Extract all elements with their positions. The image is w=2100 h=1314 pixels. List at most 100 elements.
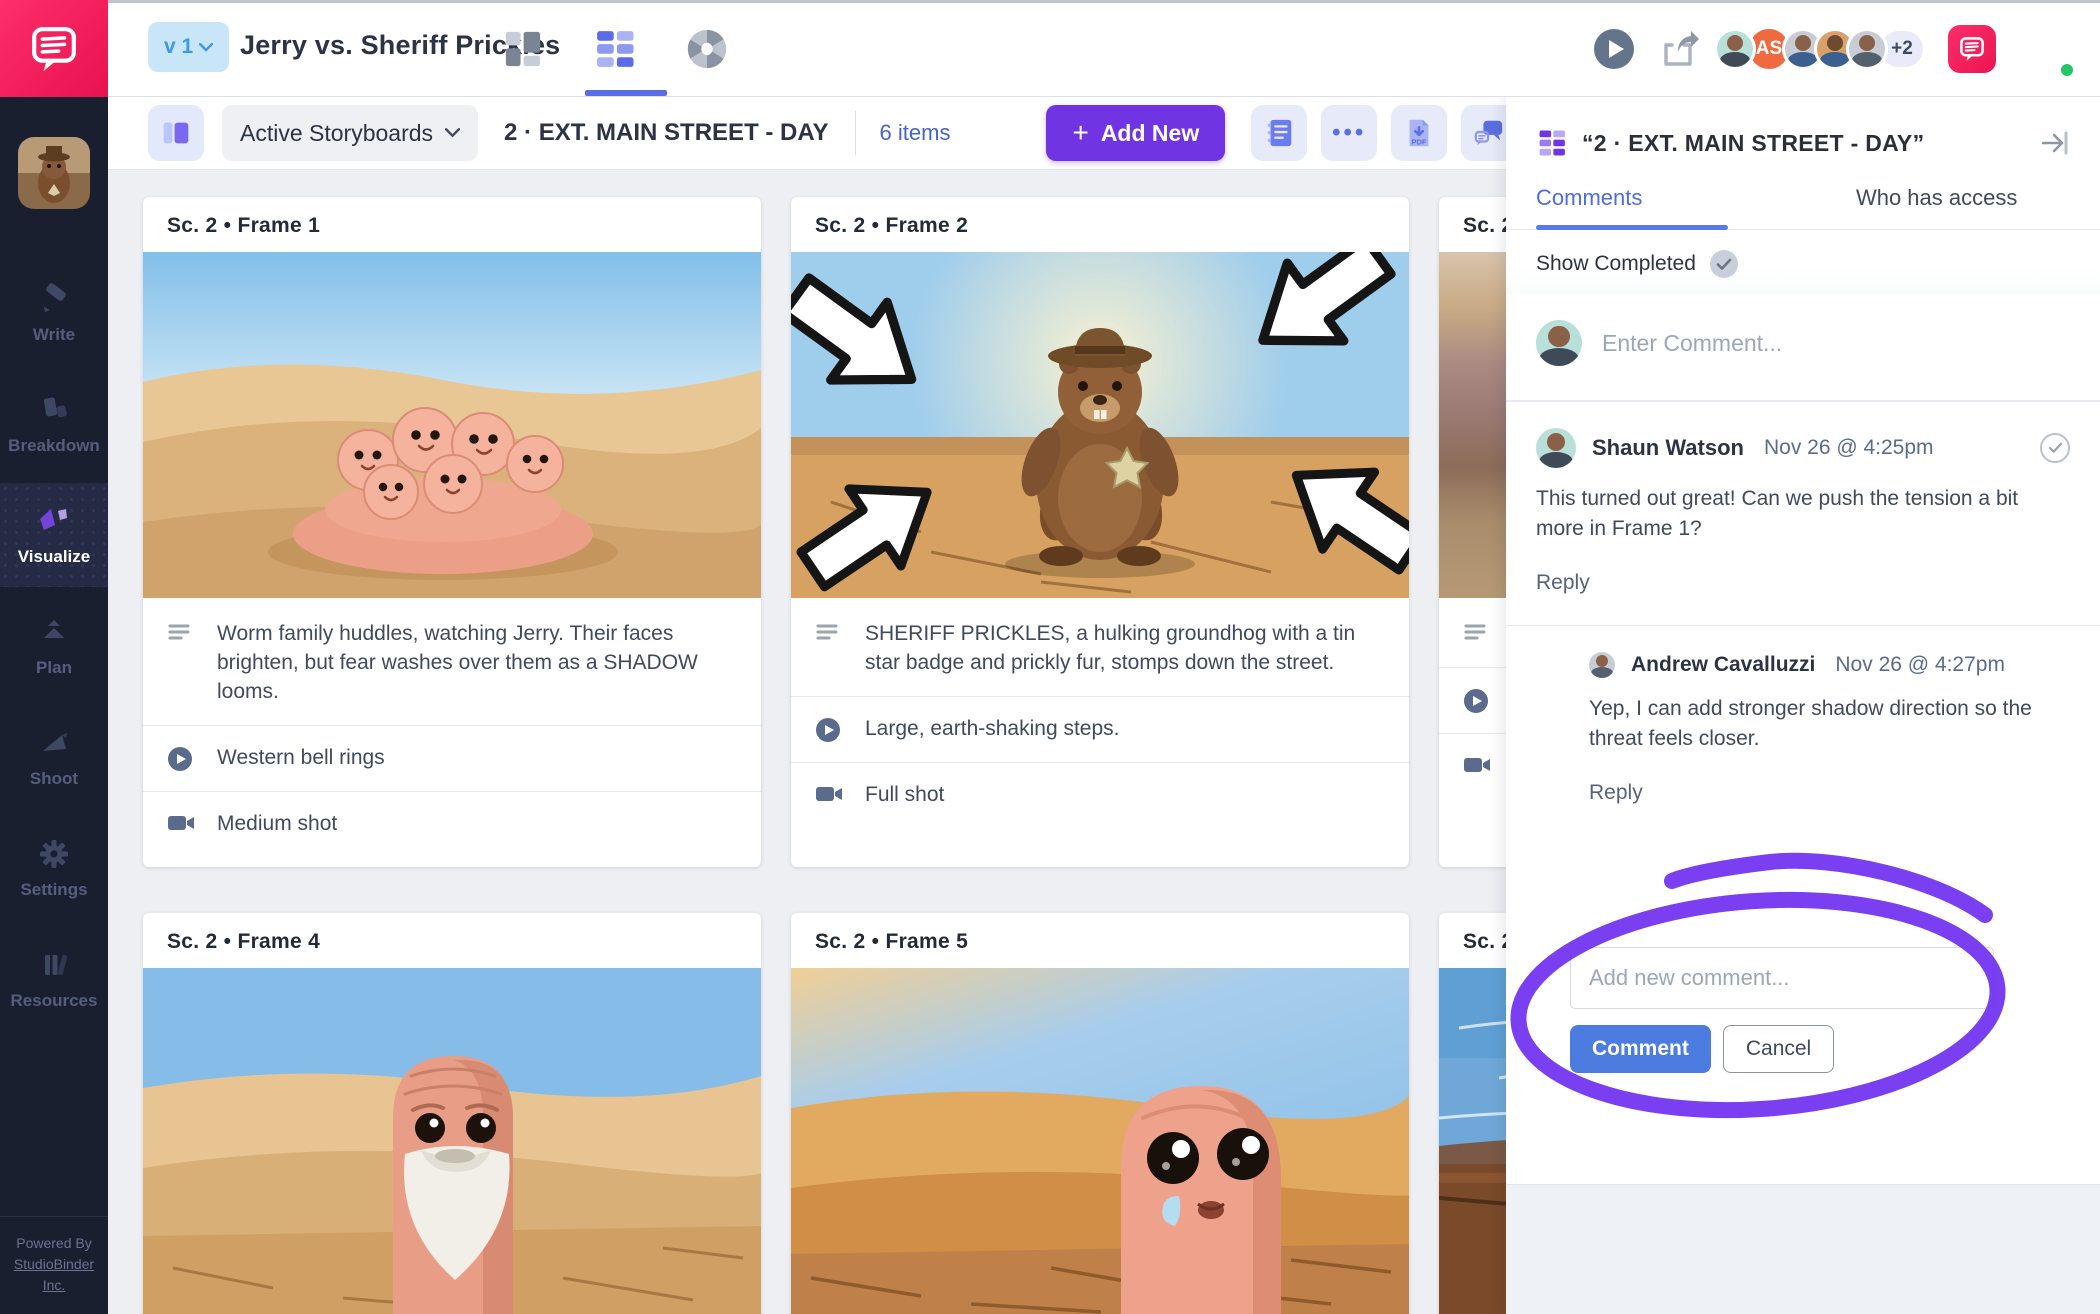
pdf-download-icon: PDF bbox=[1404, 116, 1434, 150]
show-completed-row[interactable]: Show Completed bbox=[1506, 230, 2100, 294]
frame-description: Worm family huddles, watching Jerry. The… bbox=[217, 620, 737, 707]
frame-audio-row[interactable]: Large, earth-shaking steps. bbox=[791, 696, 1409, 762]
top-bar: v 1 Jerry vs. Sheriff Prickles bbox=[0, 0, 2100, 97]
frame-5-image[interactable] bbox=[791, 968, 1409, 1314]
storyboards-dropdown[interactable]: Active Storyboards bbox=[222, 105, 478, 161]
download-pdf-button[interactable]: PDF bbox=[1391, 105, 1447, 161]
active-view-underline bbox=[585, 90, 667, 96]
frame-4-image[interactable] bbox=[143, 968, 761, 1314]
collapse-panel-button[interactable] bbox=[2040, 130, 2070, 156]
storyboard-card-frame-5[interactable]: Sc. 2 • Frame 5 bbox=[791, 913, 1409, 1314]
storyboard-card-frame-4[interactable]: Sc. 2 • Frame 4 bbox=[143, 913, 761, 1314]
more-options-button[interactable]: ••• bbox=[1321, 105, 1377, 161]
svg-text:PDF: PDF bbox=[1412, 137, 1427, 146]
comment-thread: Shaun Watson Nov 26 @ 4:25pm This turned… bbox=[1506, 402, 2100, 595]
audio-play-icon[interactable] bbox=[167, 744, 199, 772]
storyboard-card-frame-1[interactable]: Sc. 2 • Frame 1 bbox=[143, 197, 761, 867]
resolve-comment-button[interactable] bbox=[2040, 433, 2070, 463]
share-icon bbox=[1658, 27, 1702, 71]
play-circle-icon bbox=[1592, 27, 1636, 71]
sidebar-item-label: Write bbox=[33, 325, 75, 345]
toolbar-divider bbox=[855, 111, 856, 155]
sidebar-item-label: Shoot bbox=[30, 769, 78, 789]
comment-reply: Andrew Cavalluzzi Nov 26 @ 4:27pm Yep, I… bbox=[1506, 625, 2100, 805]
enter-comment-input[interactable] bbox=[1602, 330, 2070, 357]
comments-panel: “2 · EXT. MAIN STREET - DAY” Comments Wh… bbox=[1506, 97, 2100, 1314]
studiobinder-chat-button[interactable] bbox=[1948, 25, 1996, 73]
aperture-view-button[interactable] bbox=[684, 26, 730, 72]
gear-icon bbox=[36, 836, 72, 872]
shot-list-button[interactable] bbox=[1251, 105, 1307, 161]
frame-audio-row[interactable]: Western bell rings bbox=[143, 725, 761, 791]
commenter-name: Andrew Cavalluzzi bbox=[1631, 653, 1815, 677]
collaborator-avatars[interactable]: AS +2 bbox=[1724, 26, 1926, 72]
shot-list-icon bbox=[1263, 116, 1295, 150]
card-title: Sc. 2 • Frame 2 bbox=[815, 214, 968, 237]
sidebar-item-plan[interactable]: Plan bbox=[0, 594, 108, 698]
frame-1-image[interactable] bbox=[143, 252, 761, 598]
collaborator-avatar[interactable] bbox=[1714, 28, 1756, 70]
app-window: v 1 Jerry vs. Sheriff Prickles bbox=[0, 0, 2100, 1314]
studiobinder-logo[interactable] bbox=[0, 0, 108, 97]
audio-play-icon[interactable] bbox=[815, 715, 847, 743]
mosaic-view-button[interactable] bbox=[500, 26, 546, 72]
toggle-sidebar-panel-button[interactable] bbox=[148, 105, 204, 161]
camera-icon bbox=[167, 810, 199, 834]
grid-view-icon bbox=[1536, 127, 1568, 159]
tab-comments[interactable]: Comments bbox=[1506, 185, 1773, 229]
commenter-avatar[interactable] bbox=[1589, 652, 1615, 678]
cancel-comment-button[interactable]: Cancel bbox=[1723, 1025, 1834, 1073]
frame-description-row[interactable]: SHERIFF PRICKLES, a hulking groundhog wi… bbox=[791, 602, 1409, 696]
sidebar-item-label: Visualize bbox=[18, 547, 90, 567]
tab-who-has-access[interactable]: Who has access bbox=[1773, 185, 2100, 229]
sidebar-item-resources[interactable]: Resources bbox=[0, 927, 108, 1031]
project-thumbnail-image bbox=[18, 137, 90, 209]
reply-link[interactable]: Reply bbox=[1536, 571, 1590, 595]
version-dropdown[interactable]: v 1 bbox=[148, 22, 229, 72]
share-button[interactable] bbox=[1658, 27, 1702, 71]
reply-link[interactable]: Reply bbox=[1589, 781, 1643, 805]
add-new-label: Add New bbox=[1101, 120, 1199, 147]
commenter-avatar[interactable] bbox=[1536, 428, 1576, 468]
panel-footer-area bbox=[1506, 1184, 2100, 1314]
present-play-button[interactable] bbox=[1592, 27, 1636, 71]
collapse-arrow-icon bbox=[2040, 130, 2070, 156]
sidebar-item-breakdown[interactable]: Breakdown bbox=[0, 372, 108, 476]
audio-play-icon[interactable] bbox=[1463, 686, 1495, 714]
enter-comment-row[interactable] bbox=[1506, 294, 2100, 402]
current-user-avatar[interactable] bbox=[2018, 21, 2074, 77]
frame-2-image[interactable] bbox=[791, 252, 1409, 598]
project-thumbnail[interactable] bbox=[18, 137, 90, 209]
worm-family-scene bbox=[143, 252, 761, 598]
chat-bubble-icon bbox=[1957, 34, 1987, 64]
frame-shot-row[interactable]: Medium shot bbox=[143, 791, 761, 857]
frame-shot-row[interactable]: Full shot bbox=[791, 762, 1409, 828]
panel-tabs: Comments Who has access bbox=[1506, 185, 2100, 230]
collaborator-avatar[interactable] bbox=[1846, 28, 1888, 70]
comment-body: Yep, I can add stronger shadow direction… bbox=[1589, 694, 2070, 755]
version-label: v 1 bbox=[164, 35, 193, 59]
card-title: Sc. 2 • Frame 4 bbox=[167, 930, 320, 953]
powered-by-line1: Powered By bbox=[4, 1233, 104, 1254]
card-title: Sc. 2 • Frame 5 bbox=[815, 930, 968, 953]
show-completed-check-icon[interactable] bbox=[1710, 250, 1738, 278]
sidebar-item-write[interactable]: Write bbox=[0, 261, 108, 365]
add-new-button[interactable]: + Add New bbox=[1046, 105, 1225, 161]
powered-by[interactable]: Powered By StudioBinder Inc. bbox=[0, 1216, 108, 1314]
chevron-down-icon bbox=[199, 43, 213, 52]
sidebar-item-settings[interactable]: Settings bbox=[0, 816, 108, 920]
breakdown-icon bbox=[36, 392, 72, 428]
items-count: 6 items bbox=[880, 120, 951, 146]
submit-comment-button[interactable]: Comment bbox=[1570, 1025, 1711, 1073]
frame-shot: Full shot bbox=[865, 781, 944, 810]
new-comment-input[interactable] bbox=[1570, 947, 1994, 1009]
sidebar-item-visualize[interactable]: Visualize bbox=[0, 483, 108, 587]
sidebar-item-shoot[interactable]: Shoot bbox=[0, 705, 108, 809]
aperture-icon bbox=[684, 26, 730, 72]
description-icon bbox=[815, 620, 847, 644]
sidebar-nav: Write Breakdown Visualize bbox=[0, 261, 108, 1038]
frame-description-row[interactable]: Worm family huddles, watching Jerry. The… bbox=[143, 602, 761, 725]
storyboard-card-frame-2[interactable]: Sc. 2 • Frame 2 bbox=[791, 197, 1409, 867]
left-sidebar: Write Breakdown Visualize bbox=[0, 97, 108, 1314]
grid-view-button[interactable] bbox=[592, 26, 638, 72]
